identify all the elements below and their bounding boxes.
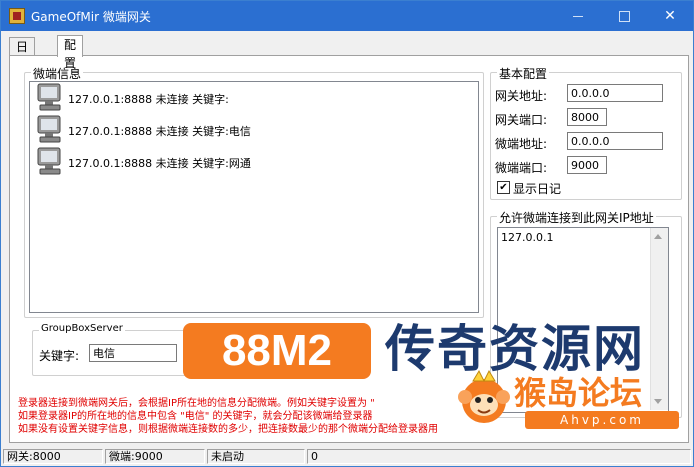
watermark-url: Ahvp.com <box>525 411 679 429</box>
status-bar: 网关:8000 微端:9000 未启动 0 <box>1 447 693 466</box>
watermark-text: 传奇资源网 <box>385 320 645 378</box>
microclient-address-label: 微端地址: <box>495 137 548 151</box>
gateway-address-label: 网关地址: <box>495 89 548 103</box>
maximize-icon <box>618 10 630 22</box>
watermark-subtext: 猴岛论坛 <box>514 374 643 412</box>
show-log-label: 显示日记 <box>513 182 562 196</box>
allowed-ip-title: 允许微端连接到此网关IP地址 <box>497 209 656 226</box>
status-gateway-port: 网关:8000 <box>3 449 103 464</box>
maximize-button[interactable] <box>601 1 647 31</box>
keyword-input[interactable]: 电信 <box>89 344 177 362</box>
show-log-checkbox[interactable]: ✔ <box>497 181 510 194</box>
watermark-badge: 88M2 <box>183 323 371 379</box>
gateway-port-label: 网关端口: <box>495 113 548 127</box>
allowed-ip-scrollbar[interactable] <box>650 228 668 410</box>
close-icon: ✕ <box>664 8 676 24</box>
window-title: GameOfMir 微端网关 <box>31 10 151 24</box>
microclient-item-text: 127.0.0.1:8888 未连接 关键字:网通 <box>68 157 251 170</box>
microclient-port-input[interactable]: 9000 <box>567 156 607 174</box>
gateway-port-input[interactable]: 8000 <box>567 108 607 126</box>
minimize-icon <box>573 15 583 17</box>
computer-icon <box>37 115 61 143</box>
scroll-up-icon[interactable] <box>654 234 662 239</box>
basic-config-group: 基本配置 网关地址: 0.0.0.0 网关端口: 8000 微端地址: 0.0.… <box>490 65 682 200</box>
microclient-address-input[interactable]: 0.0.0.0 <box>567 132 663 150</box>
tab-log[interactable]: 日记 <box>9 37 36 72</box>
microclient-item-text: 127.0.0.1:8888 未连接 关键字: <box>68 93 229 106</box>
info-line: 如果没有设置关键字信息，则根据微端连接数的多少，把连接数最少的那个微端分配给登录… <box>18 424 438 435</box>
allowed-ip-item[interactable]: 127.0.0.1 <box>501 231 553 244</box>
status-count: 0 <box>307 449 691 464</box>
microclient-info-group: 微端信息 127.0.0.1:8888 未连接 关键字: 127.0.0.1:8… <box>24 65 484 318</box>
keyword-label: 关键字: <box>39 349 80 363</box>
basic-config-title: 基本配置 <box>497 65 550 82</box>
app-icon <box>9 8 25 24</box>
microclient-list[interactable]: 127.0.0.1:8888 未连接 关键字: 127.0.0.1:8888 未… <box>29 81 479 313</box>
minimize-button[interactable] <box>555 1 601 31</box>
status-microclient-port: 微端:9000 <box>105 449 205 464</box>
computer-icon <box>37 83 61 111</box>
gateway-address-input[interactable]: 0.0.0.0 <box>567 84 663 102</box>
microclient-port-label: 微端端口: <box>495 161 548 175</box>
microclient-item-text: 127.0.0.1:8888 未连接 关键字:电信 <box>68 125 251 138</box>
monkey-logo-icon <box>458 369 510 423</box>
computer-icon <box>37 147 61 175</box>
groupbox-server-title: GroupBoxServer <box>39 323 125 334</box>
main-window: GameOfMir 微端网关 ✕ 日记 配置 微端信息 127.0.0.1:88… <box>0 0 694 467</box>
close-button[interactable]: ✕ <box>647 1 693 31</box>
tab-config[interactable]: 配置 <box>57 35 84 70</box>
scroll-down-icon[interactable] <box>654 399 662 404</box>
title-bar[interactable]: GameOfMir 微端网关 ✕ <box>1 1 693 31</box>
status-state: 未启动 <box>207 449 305 464</box>
